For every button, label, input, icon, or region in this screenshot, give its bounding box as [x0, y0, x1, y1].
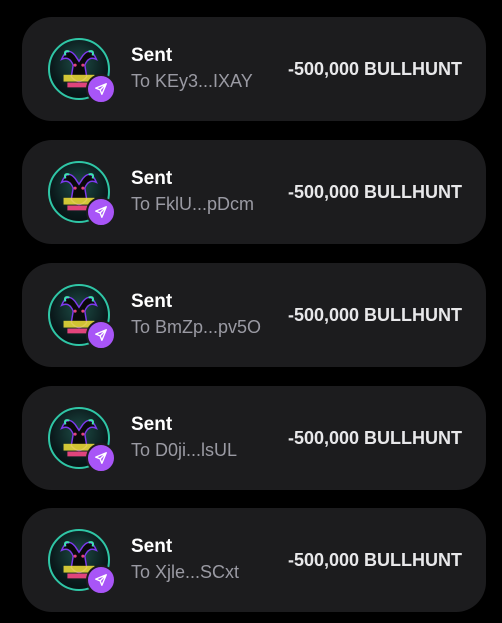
- transaction-recipient: To Xjle...SCxt: [131, 562, 240, 582]
- transaction-status: Sent: [131, 414, 173, 435]
- transaction-list: Sent To KEy3...IXAY -500,000 BULLHUNT Se…: [0, 0, 502, 623]
- transaction-amount: -500,000 BULLHUNT: [287, 304, 462, 325]
- transaction-amount: -500,000 BULLHUNT: [287, 427, 462, 448]
- transaction-info: Sent To Xjle...SCxt: [131, 535, 288, 585]
- transaction-info: Sent To KEy3...IXAY: [131, 44, 288, 94]
- transaction-status: Sent: [131, 168, 173, 189]
- transaction-status: Sent: [131, 291, 173, 312]
- transaction-recipient: To D0ji...lsUL: [131, 440, 238, 460]
- transaction-row[interactable]: Sent To BmZp...pv5O -500,000 BULLHUNT: [22, 263, 486, 367]
- transaction-info: Sent To D0ji...lsUL: [131, 413, 288, 463]
- token-avatar: [48, 284, 116, 350]
- transaction-amount: -500,000 BULLHUNT: [287, 58, 462, 79]
- send-icon: [86, 320, 116, 350]
- transaction-row[interactable]: Sent To Xjle...SCxt -500,000 BULLHUNT: [22, 508, 486, 612]
- send-icon: [86, 565, 116, 595]
- send-icon: [86, 443, 116, 473]
- send-icon: [86, 74, 116, 104]
- transaction-recipient: To BmZp...pv5O: [131, 317, 262, 337]
- transaction-status: Sent: [131, 45, 173, 66]
- transaction-amount: -500,000 BULLHUNT: [287, 549, 462, 570]
- transaction-row[interactable]: Sent To D0ji...lsUL -500,000 BULLHUNT: [22, 386, 486, 490]
- transaction-row[interactable]: Sent To FklU...pDcm -500,000 BULLHUNT: [22, 140, 486, 244]
- token-avatar: [48, 38, 116, 104]
- transaction-status: Sent: [131, 536, 173, 557]
- transaction-amount: -500,000 BULLHUNT: [287, 181, 462, 202]
- token-avatar: [48, 161, 116, 227]
- send-icon: [86, 197, 116, 227]
- token-avatar: [48, 529, 116, 595]
- transaction-row[interactable]: Sent To KEy3...IXAY -500,000 BULLHUNT: [22, 17, 486, 121]
- transaction-recipient: To FklU...pDcm: [131, 194, 255, 214]
- token-avatar: [48, 407, 116, 473]
- transaction-info: Sent To FklU...pDcm: [131, 167, 288, 217]
- transaction-recipient: To KEy3...IXAY: [131, 71, 253, 91]
- transaction-info: Sent To BmZp...pv5O: [131, 290, 288, 340]
